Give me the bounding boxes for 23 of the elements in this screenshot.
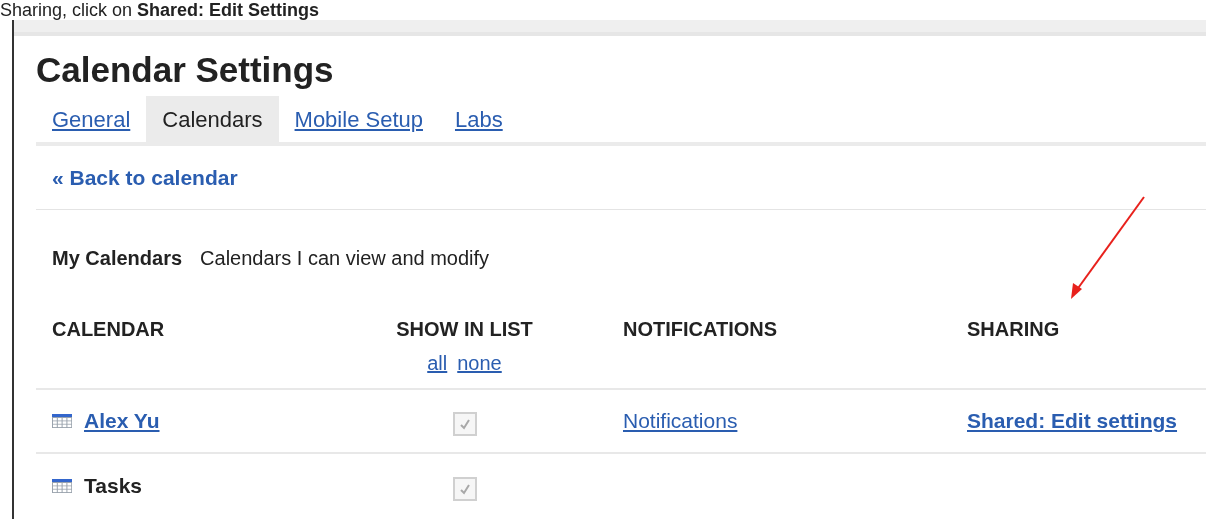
- back-link[interactable]: « Back to calendar: [52, 161, 238, 194]
- settings-tab[interactable]: Mobile Setup: [278, 96, 439, 142]
- notifications-link[interactable]: Notifications: [623, 409, 738, 433]
- caption-text: Sharing, click on Shared: Edit Settings: [0, 0, 321, 20]
- check-icon: [457, 417, 472, 431]
- column-heading: SHOW IN LIST: [396, 317, 533, 342]
- calendar-name: Tasks: [84, 473, 142, 500]
- column-heading: SHARING: [967, 317, 1061, 342]
- sharing-link[interactable]: Shared: Edit settings: [967, 409, 1178, 433]
- page-title: Calendar Settings: [36, 50, 335, 90]
- select-link[interactable]: all: [427, 348, 448, 378]
- calendar-grid-icon: [52, 414, 72, 428]
- section-title: My Calendars: [52, 246, 183, 271]
- check-icon: [457, 482, 472, 496]
- calendar-grid-icon: [52, 479, 72, 493]
- calendar-name[interactable]: Alex Yu: [84, 405, 160, 437]
- settings-tab[interactable]: Calendars: [146, 96, 279, 142]
- section-description: Calendars I can view and modify: [200, 246, 490, 271]
- select-link[interactable]: none: [457, 348, 502, 378]
- column-heading: NOTIFICATIONS: [623, 317, 779, 342]
- column-heading: CALENDAR: [52, 317, 166, 342]
- settings-tab[interactable]: Labs: [439, 96, 519, 142]
- settings-tab[interactable]: General: [36, 96, 147, 142]
